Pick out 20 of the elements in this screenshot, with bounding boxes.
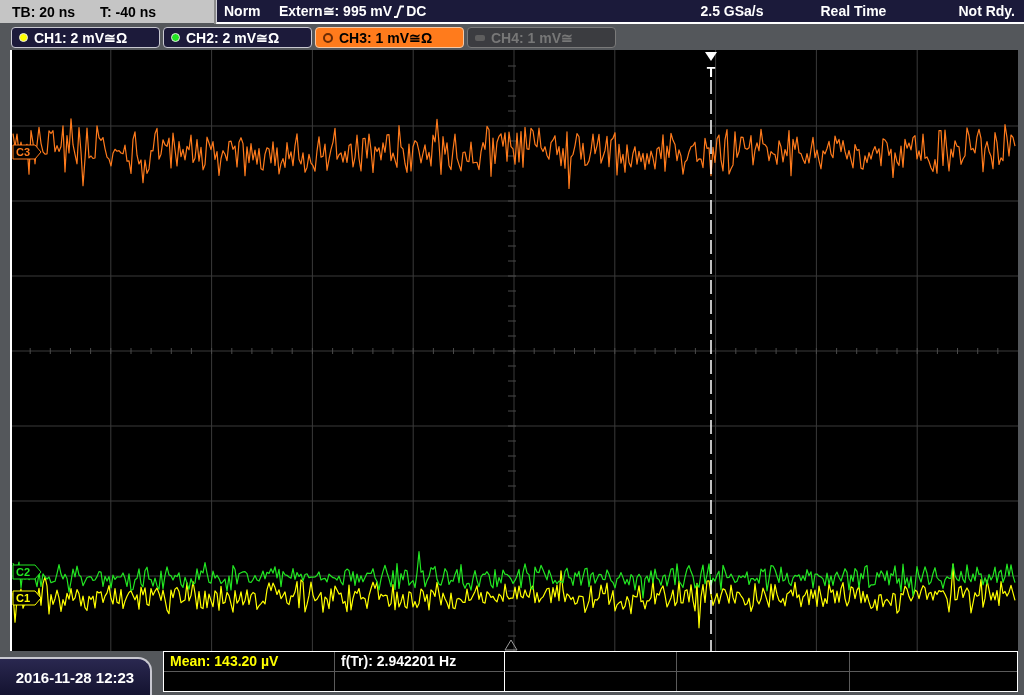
trigger-source-readout: Extern≅: 995 mV — [279, 4, 393, 18]
measurement-reading: f(Tr): 2.942201 Hz — [335, 652, 505, 672]
trigger-offset-readout: T: -40 ns — [100, 4, 156, 19]
channel-marker: C3 — [12, 144, 42, 160]
trigger-marker-icon — [705, 52, 717, 61]
acquisition-mode-readout: Real Time — [820, 4, 888, 18]
channel-marker: C1 — [12, 590, 42, 606]
trigger-label: T — [706, 64, 716, 80]
channel-tab[interactable]: CH1: 2 mV≅Ω — [11, 27, 160, 48]
measurement-reading: Mean: 143.20 µV — [164, 652, 335, 672]
sample-rate-readout: 2.5 GSa/s — [700, 4, 765, 18]
channel-tab[interactable]: CH2: 2 mV≅Ω — [163, 27, 312, 48]
timebase-readout: TB: 20 ns — [12, 4, 76, 19]
trigger-coupling-readout: DC — [406, 4, 427, 18]
date-time: 2016-11-28 12:23 — [15, 669, 135, 685]
channel-tab[interactable]: CH3: 1 mV≅Ω — [315, 27, 464, 48]
status-readout: Not Rdy. — [958, 4, 1015, 18]
trigger-mode-readout: Norm — [224, 4, 262, 18]
channel-marker: C2 — [12, 564, 42, 580]
position-marker-icon — [504, 639, 518, 651]
